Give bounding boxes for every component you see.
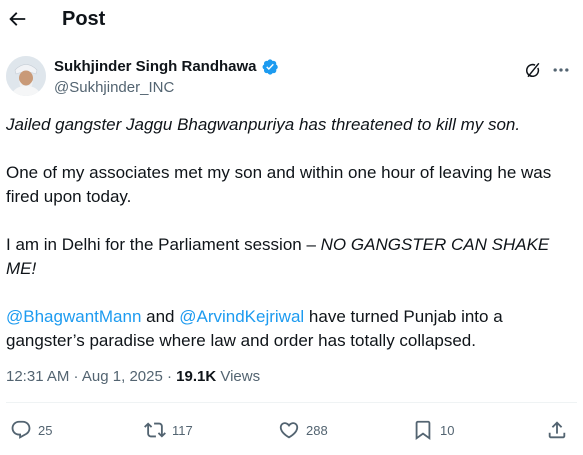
post-text: I am in Delhi for the Parliament session… [6,235,321,254]
repost-count: 117 [172,422,193,438]
post-time[interactable]: 12:31 AM [6,368,69,385]
name-row: Sukhjinder Singh Randhawa [54,58,279,76]
views-label: Views [216,368,261,385]
post-text: and [141,307,180,326]
post-paragraph: Jailed gangster Jaggu Bhagwanpuriya has … [6,113,577,137]
author-handle[interactable]: @Sukhjinder_INC [54,79,174,97]
mention-link[interactable]: @BhagwantMann [6,307,141,326]
like-button[interactable]: 288 [278,417,328,443]
post-header: Post [0,0,583,40]
share-button[interactable] [546,417,568,443]
post-date[interactable]: Aug 1, 2025 [82,368,163,385]
bookmark-button[interactable]: 10 [412,417,454,443]
share-icon [546,419,568,441]
bookmark-icon [412,419,434,441]
meta-separator: · [69,368,82,385]
more-icon[interactable] [551,60,571,80]
grok-icon[interactable] [523,60,543,80]
author-block: Sukhjinder Singh Randhawa @Sukhjinder_IN… [6,56,577,100]
divider [6,402,577,403]
post-text-italic: Jailed gangster Jaggu Bhagwanpuriya has … [6,115,521,134]
meta-separator: · [162,368,177,385]
repost-icon [144,419,166,441]
post-meta: 12:31 AM · Aug 1, 2025 · 19.1K Views [6,367,260,387]
repost-button[interactable]: 117 [144,417,193,443]
like-count: 288 [306,422,328,438]
reply-button[interactable]: 25 [10,417,52,443]
page-title: Post [62,8,106,30]
reply-count: 25 [38,422,53,438]
views-count: 19.1K [176,368,217,385]
author-name[interactable]: Sukhjinder Singh Randhawa [54,58,257,76]
post-body: Jailed gangster Jaggu Bhagwanpuriya has … [6,113,577,353]
post-paragraph: @BhagwantMann and @ArvindKejriwal have t… [6,305,577,353]
verified-badge-icon [261,58,279,76]
post-paragraph: One of my associates met my son and with… [6,163,552,206]
bookmark-count: 10 [440,422,455,438]
reply-icon [10,419,32,441]
mention-link[interactable]: @ArvindKejriwal [179,307,304,326]
avatar[interactable] [6,56,46,96]
action-bar: 25 117 288 10 [6,417,577,443]
post-paragraph: I am in Delhi for the Parliament session… [6,233,577,281]
back-arrow-icon[interactable] [6,8,32,30]
like-icon [278,419,300,441]
